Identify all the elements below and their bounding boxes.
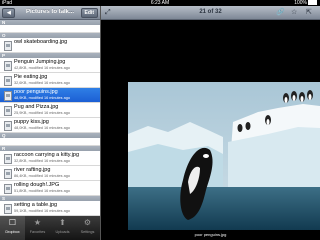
image-file-icon [4,169,12,179]
viewer-toolbar: ⤢ 21 of 32 🔗 ☆ ⇱ [101,6,320,20]
tab-uploads[interactable]: ⬆ Uploads [50,216,75,240]
list-item[interactable]: river rafting.jpg 86,4KB, modified 16 mi… [0,166,100,181]
image-file-icon [4,106,12,116]
box-icon: ☐ [8,218,17,227]
file-list[interactable]: N O owl skateboarding.jpg P Penguin Jump… [0,20,100,216]
image-file-icon [4,204,12,214]
star-icon[interactable]: ☆ [291,8,297,17]
photo-image [128,82,320,230]
list-item[interactable]: owl skateboarding.jpg [0,38,100,53]
photo-caption: poor penguins.jpg [194,232,227,237]
file-details: 59,1KB, modified 16 minutes ago [14,209,70,213]
tab-dropbox[interactable]: ☐ Dropbox [0,216,25,240]
sidebar: ◀ Pictures to talk... Edit N O owl skate… [0,6,101,240]
file-name: Pie eating.jpg [14,74,48,80]
list-item[interactable]: Penguin Jumping.jpg 42,8KB, modified 16 … [0,58,100,73]
file-name: owl skateboarding.jpg [14,39,68,45]
upload-icon: ⬆ [59,218,66,227]
folder-title: Pictures to talk... [26,9,75,15]
file-details: 86,4KB, modified 16 minutes ago [14,174,70,178]
file-details: 25,9KB, modified 16 minutes ago [14,111,70,115]
file-details: 48,9KB, modified 16 minutes ago [14,96,70,100]
list-item[interactable]: raccoon carrying a kitty.jpg 32,8KB, mod… [0,151,100,166]
list-item[interactable]: setting a table.jpg 59,1KB, modified 16 … [0,201,100,216]
edit-button[interactable]: Edit [80,8,98,18]
file-name: poor penguins.jpg [14,89,58,95]
file-name: Pug and Pizza.jpg [14,104,59,110]
photo-counter: 21 of 32 [199,9,222,15]
list-item[interactable]: Pie eating.jpg 32,6KB, modified 16 minut… [0,73,100,88]
share-icon[interactable]: ⇱ [306,8,312,17]
list-item[interactable] [0,25,100,33]
file-name: river rafting.jpg [14,167,51,173]
file-details: 32,8KB, modified 16 minutes ago [14,159,70,163]
tab-favorites[interactable]: ★ Favorites [25,216,50,240]
list-item-selected[interactable]: poor penguins.jpg 48,9KB, modified 16 mi… [0,88,100,103]
tab-bar: ☐ Dropbox ★ Favorites ⬆ Uploads ⚙ Settin… [0,216,100,240]
link-icon[interactable]: 🔗 [276,8,285,17]
battery-icon [308,0,317,6]
star-icon: ★ [33,218,42,227]
photo-viewer[interactable]: poor penguins.jpg [101,20,320,240]
list-item[interactable]: rolling dough!.JPG 51,8KB, modified 16 m… [0,181,100,196]
file-details: 32,6KB, modified 16 minutes ago [14,81,70,85]
sidebar-navbar: ◀ Pictures to talk... Edit [0,6,100,20]
image-file-icon [4,91,12,101]
list-item[interactable]: Pug and Pizza.jpg 25,9KB, modified 16 mi… [0,103,100,118]
file-name: Penguin Jumping.jpg [14,59,66,65]
file-name: raccoon carrying a kitty.jpg [14,152,80,158]
image-file-icon [4,154,12,164]
image-file-icon [4,76,12,86]
tab-label: Favorites [29,230,46,234]
tab-label: Dropbox [5,230,20,234]
image-file-icon [4,61,12,71]
file-details: 42,8KB, modified 16 minutes ago [14,66,70,70]
image-file-icon [4,121,12,131]
file-details: 48,0KB, modified 16 minutes ago [14,126,70,130]
tab-label: Uploads [55,230,70,234]
image-file-icon [4,41,12,51]
file-name: setting a table.jpg [14,202,58,208]
list-item[interactable] [0,138,100,146]
file-details: 51,8KB, modified 16 minutes ago [14,189,70,193]
tab-settings[interactable]: ⚙ Settings [75,216,100,240]
list-item[interactable]: puppy kiss.jpg 48,0KB, modified 16 minut… [0,118,100,133]
image-file-icon [4,184,12,194]
tab-label: Settings [80,230,95,234]
file-name: rolling dough!.JPG [14,182,60,188]
file-name: puppy kiss.jpg [14,119,49,125]
gear-icon: ⚙ [83,218,92,227]
back-button[interactable]: ◀ [2,8,15,18]
